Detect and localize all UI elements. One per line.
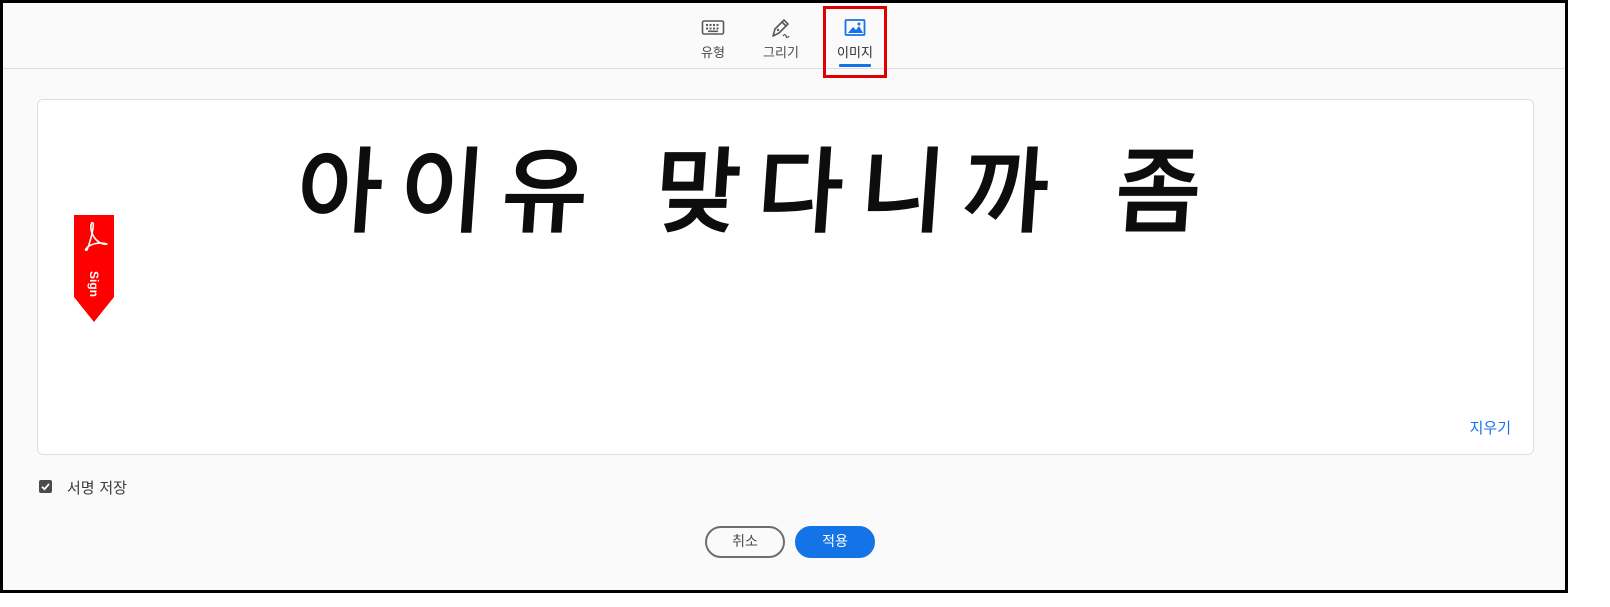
- keyboard-icon: [701, 20, 725, 35]
- signature-dialog: 유형 그리기 이미지 아이유 맞다니까 좀 Sign 지우기 서명 저장 취소 …: [0, 0, 1568, 593]
- sign-badge: Sign: [74, 215, 114, 327]
- tab-type[interactable]: 유형: [683, 15, 743, 67]
- checkmark-icon: [41, 483, 50, 491]
- save-signature-label: 서명 저장: [67, 479, 127, 497]
- pen-icon: [772, 18, 790, 39]
- signature-mode-tabs: 유형 그리기 이미지: [3, 3, 1565, 69]
- apply-button[interactable]: 적용: [795, 526, 875, 558]
- sign-badge-label: Sign: [87, 271, 101, 297]
- tab-type-label: 유형: [701, 46, 725, 61]
- save-signature-checkbox[interactable]: [39, 480, 52, 493]
- clear-link[interactable]: 지우기: [1470, 417, 1511, 438]
- signature-image-text: 아이유 맞다니까 좀: [293, 139, 1223, 246]
- highlight-annotation-box: [823, 6, 887, 78]
- tab-draw[interactable]: 그리기: [751, 15, 811, 67]
- signature-canvas[interactable]: 아이유 맞다니까 좀 Sign 지우기: [37, 99, 1534, 455]
- tab-draw-label: 그리기: [763, 46, 799, 61]
- cancel-button[interactable]: 취소: [705, 526, 785, 558]
